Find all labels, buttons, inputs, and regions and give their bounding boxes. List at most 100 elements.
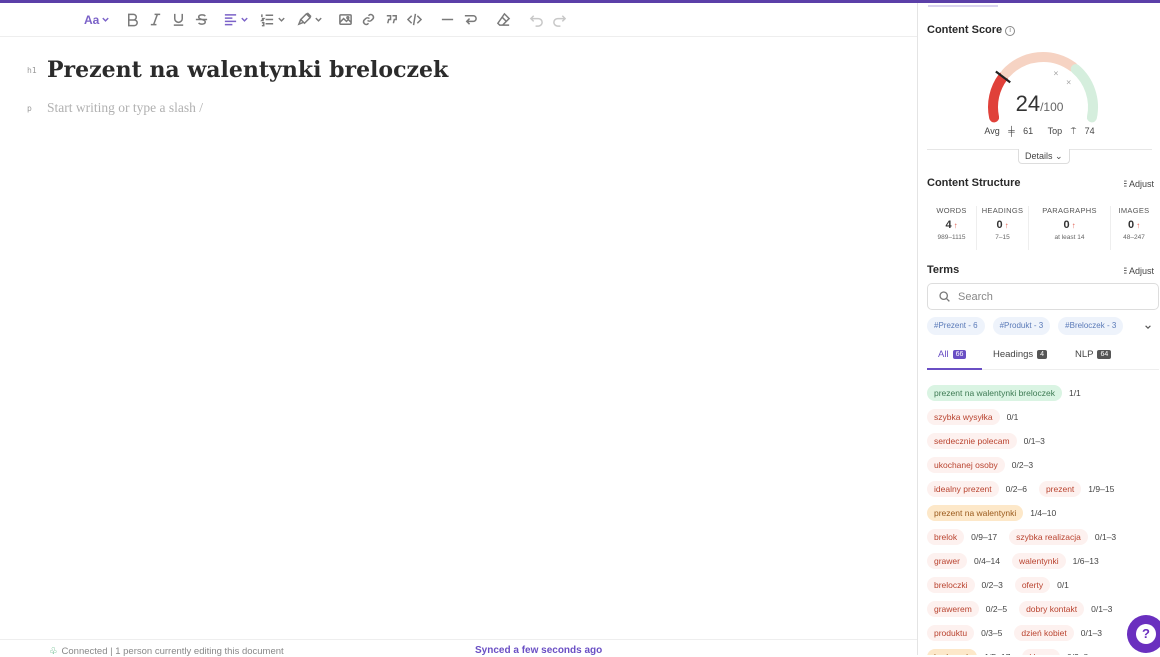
code-button[interactable] xyxy=(403,8,425,32)
help-button[interactable]: ? xyxy=(1127,615,1160,653)
term-item[interactable]: grawer 0/4–14 xyxy=(927,553,1000,569)
image-icon xyxy=(338,14,352,25)
strikethrough-button[interactable] xyxy=(190,8,212,32)
topic-chip[interactable]: #Breloczek - 3 xyxy=(1058,317,1124,335)
term-item[interactable]: breloczki 0/2–3 xyxy=(927,577,1003,593)
tab-all[interactable]: All 66 xyxy=(938,349,967,360)
tab-nlp[interactable]: NLP 64 xyxy=(1075,349,1112,360)
term-pill: oferty xyxy=(1014,577,1051,593)
line-break-button[interactable] xyxy=(459,8,481,32)
blockquote-button[interactable] xyxy=(380,8,402,32)
term-pill: brelok xyxy=(927,529,965,545)
tab-label: NLP xyxy=(1075,349,1094,360)
term-item[interactable]: produktu 0/3–5 xyxy=(927,625,1002,641)
topic-chip[interactable]: #Prezent - 6 xyxy=(927,317,985,335)
align-left-icon xyxy=(225,14,237,26)
chevron-down-icon: ⌄ xyxy=(1055,151,1063,161)
term-count: 0/1–3 xyxy=(1091,604,1113,614)
term-count: 1/4–10 xyxy=(1030,508,1057,518)
term-item[interactable]: oferty 0/1 xyxy=(1014,577,1069,593)
stat-value: 0 xyxy=(1063,219,1070,231)
editor-pane: Aa h1 Prezent na walentynki breloczek p … xyxy=(0,3,917,657)
horizontal-rule-button[interactable] xyxy=(436,8,458,32)
terms-adjust-button[interactable]: ⫶⫶ Adjust xyxy=(1123,266,1154,277)
term-item[interactable]: brelok 0/9–17 xyxy=(927,529,997,545)
undo-button[interactable] xyxy=(525,8,547,32)
term-row: grawer 0/4–14 walentynki 1/6–13 xyxy=(927,549,1160,573)
term-row: breloczek1/5–17 kluczy0/3–8 xyxy=(927,645,1160,655)
term-count: 0/2–5 xyxy=(985,604,1008,614)
document-title[interactable]: Prezent na walentynki breloczek xyxy=(47,57,448,83)
search-input[interactable] xyxy=(958,290,1138,303)
stat-range: 989–1115 xyxy=(937,234,966,241)
score-display: 24/100 xyxy=(918,91,1160,117)
clear-format-button[interactable] xyxy=(492,8,514,32)
italic-button[interactable] xyxy=(144,8,166,32)
chevron-down-icon xyxy=(102,17,110,22)
underline-button[interactable] xyxy=(167,8,189,32)
term-item[interactable]: prezent na walentynki 1/4–10 xyxy=(927,505,1056,521)
chevron-down-icon[interactable] xyxy=(1144,323,1152,331)
paragraph-placeholder[interactable]: Start writing or type a slash / xyxy=(47,100,203,116)
term-item[interactable]: kluczy0/3–8 xyxy=(1022,649,1088,655)
terms-list: prezent na walentynki breloczek 1/1 szybka… xyxy=(927,381,1160,655)
insert-link-button[interactable] xyxy=(357,8,379,32)
term-item[interactable]: prezent 1/9–15 xyxy=(1038,481,1114,497)
structure-stats: WORDS 4 ↑ 989–1115 HEADINGS 0 ↑ 7–15 PARAG… xyxy=(927,206,1160,250)
sidebar-tab-indicator xyxy=(928,5,998,7)
list-dropdown[interactable] xyxy=(260,8,286,32)
term-item[interactable]: szybka realizacja 0/1–3 xyxy=(1009,529,1116,545)
term-item[interactable]: breloczek1/5–17 xyxy=(927,649,1010,655)
content-score-title: Content Score i xyxy=(927,24,1016,36)
term-item[interactable]: szybka wysyłka 0/1 xyxy=(927,409,1018,425)
terms-search[interactable] xyxy=(927,283,1159,310)
term-row: prezent na walentynki 1/4–10 xyxy=(927,501,1160,525)
term-item[interactable]: prezent na walentynki breloczek 1/1 xyxy=(927,385,1081,401)
link-icon xyxy=(362,13,375,26)
tab-label: Headings xyxy=(993,349,1034,360)
document-body[interactable]: h1 Prezent na walentynki breloczek p Sta… xyxy=(0,51,917,127)
term-item[interactable]: grawerem 0/2–5 xyxy=(927,601,1007,617)
score-value: 24 xyxy=(1015,91,1041,116)
insert-image-button[interactable] xyxy=(334,8,356,32)
top-value: 74 xyxy=(1084,126,1095,136)
stat-value: 4 xyxy=(945,219,952,231)
term-item[interactable]: ukochanej osoby 0/2–3 xyxy=(927,457,1033,473)
arrow-up-icon: ↑ xyxy=(1004,221,1009,230)
term-row: idealny prezent 0/2–6 prezent 1/9–15 xyxy=(927,477,1160,501)
align-dropdown[interactable] xyxy=(223,8,249,32)
top-marker-icon: ⍑ xyxy=(1070,126,1077,136)
terms-tabs: All 66 Headings 4 NLP 64 xyxy=(927,346,1159,370)
gauge-mid-arc xyxy=(1000,52,1078,79)
term-item[interactable]: idealny prezent 0/2–6 xyxy=(927,481,1027,497)
tab-label: All xyxy=(938,349,949,360)
term-item[interactable]: dobry kontakt 0/1–3 xyxy=(1019,601,1112,617)
avg-label: Avg xyxy=(984,126,1000,136)
term-row: brelok 0/9–17 szybka realizacja 0/1–3 xyxy=(927,525,1160,549)
heading-line[interactable]: h1 Prezent na walentynki breloczek xyxy=(0,51,917,89)
paragraph-line[interactable]: p Start writing or type a slash / xyxy=(0,89,917,127)
redo-button[interactable] xyxy=(548,8,570,32)
gauge-avg-marker: × xyxy=(1053,70,1059,78)
stat-label: IMAGES xyxy=(1118,206,1150,215)
code-icon xyxy=(406,13,422,26)
structure-adjust-button[interactable]: ⫶⫶ Adjust xyxy=(1123,179,1154,190)
term-pill: idealny prezent xyxy=(927,481,999,497)
text-style-dropdown[interactable]: Aa xyxy=(84,8,110,32)
highlighter-icon xyxy=(297,12,312,26)
bold-button[interactable] xyxy=(121,8,143,32)
tab-headings[interactable]: Headings 4 xyxy=(993,349,1048,360)
stat-paragraphs: PARAGRAPHS 0 ↑ at least 14 xyxy=(1029,206,1111,250)
highlight-dropdown[interactable] xyxy=(297,8,323,32)
term-item[interactable]: serdecznie polecam 0/1–3 xyxy=(927,433,1045,449)
search-icon xyxy=(939,291,950,302)
term-count: 0/2–3 xyxy=(1011,460,1034,470)
topic-chip[interactable]: #Produkt - 3 xyxy=(992,317,1051,335)
term-item[interactable]: dzień kobiet 0/1–3 xyxy=(1014,625,1102,641)
stat-label: PARAGRAPHS xyxy=(1042,206,1097,215)
sliders-icon: ⫶⫶ xyxy=(1123,266,1126,276)
details-button[interactable]: Details ⌄ xyxy=(1018,149,1070,164)
info-icon[interactable]: i xyxy=(1005,26,1016,36)
term-item[interactable]: walentynki 1/6–13 xyxy=(1011,553,1099,569)
content-score-label: Content Score xyxy=(927,24,1003,36)
